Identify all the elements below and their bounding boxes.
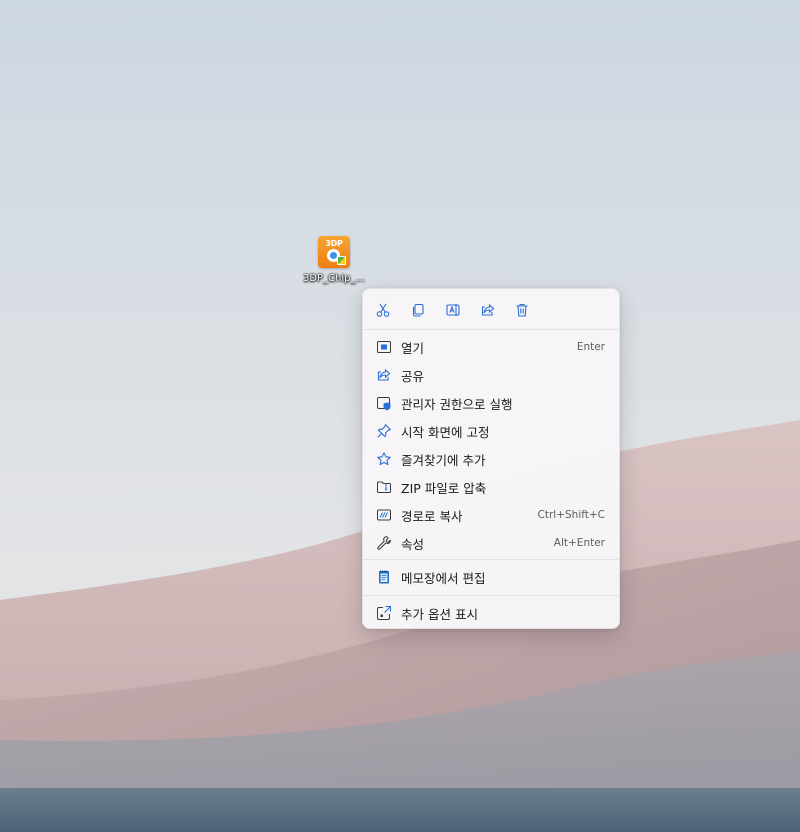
menu-item-label: 메모장에서 편집 (401, 570, 486, 586)
menu-item-compress-zip[interactable]: ZIP 파일로 압축 (367, 473, 615, 501)
wrench-icon (376, 535, 392, 551)
menu-item-copy-as-path[interactable]: 경로로 복사 Ctrl+Shift+C (367, 501, 615, 529)
menu-item-label: 관리자 권한으로 실행 (401, 396, 513, 412)
share-icon (481, 303, 495, 316)
star-icon (376, 451, 392, 467)
app-logo-icon: 3DP (318, 236, 350, 268)
app-logo-text: 3DP (325, 239, 343, 248)
copy-button[interactable] (405, 297, 431, 323)
cut-button[interactable] (370, 297, 396, 323)
menu-item-label: 즐겨찾기에 추가 (401, 452, 486, 468)
desktop: 3DP 3DP_Chip_... 열기 Enter 공유 관리자 권한으로 실행… (0, 0, 800, 832)
menu-item-show-more-options[interactable]: 추가 옵션 표시 (367, 599, 615, 627)
zip-folder-icon (376, 479, 392, 495)
menu-item-shortcut: Alt+Enter (553, 537, 605, 549)
menu-item-run-as-admin[interactable]: 관리자 권한으로 실행 (367, 389, 615, 417)
share-button[interactable] (475, 297, 501, 323)
context-menu: 열기 Enter 공유 관리자 권한으로 실행 시작 화면에 고정 즐겨찾기에 … (362, 288, 620, 629)
menu-divider (363, 595, 619, 596)
menu-divider (363, 329, 619, 330)
menu-item-shortcut: Enter (576, 341, 605, 353)
more-options-icon (376, 605, 392, 621)
menu-item-pin-to-start[interactable]: 시작 화면에 고정 (367, 417, 615, 445)
menu-item-label: 시작 화면에 고정 (401, 424, 490, 440)
copy-path-icon (376, 507, 392, 523)
admin-shield-icon (376, 395, 392, 411)
menu-item-label: ZIP 파일로 압축 (401, 480, 487, 496)
menu-item-label: 속성 (401, 536, 425, 552)
rename-icon (446, 304, 460, 316)
menu-item-add-favorite[interactable]: 즐겨찾기에 추가 (367, 445, 615, 473)
logo-badge (337, 256, 346, 265)
rename-button[interactable] (440, 297, 466, 323)
trash-icon (516, 303, 528, 317)
pin-icon (376, 423, 392, 439)
desktop-file-label: 3DP_Chip_... (302, 273, 366, 284)
menu-item-label: 공유 (401, 368, 425, 384)
menu-item-label: 경로로 복사 (401, 508, 463, 524)
context-menu-toolbar (363, 289, 619, 329)
delete-button[interactable] (509, 297, 535, 323)
menu-item-properties[interactable]: 속성 Alt+Enter (367, 529, 615, 557)
menu-item-open[interactable]: 열기 Enter (367, 333, 615, 361)
menu-divider (363, 559, 619, 560)
copy-icon (412, 303, 424, 317)
menu-item-label: 열기 (401, 340, 425, 356)
notepad-icon (376, 569, 392, 585)
menu-item-shortcut: Ctrl+Shift+C (537, 509, 605, 521)
scissors-icon (376, 303, 390, 317)
share-icon (376, 367, 392, 383)
desktop-file-icon[interactable]: 3DP 3DP_Chip_... (300, 236, 368, 284)
menu-item-share[interactable]: 공유 (367, 361, 615, 389)
app-window-icon (376, 339, 392, 355)
menu-item-label: 추가 옵션 표시 (401, 606, 478, 622)
menu-item-edit-in-notepad[interactable]: 메모장에서 편집 (367, 563, 615, 591)
